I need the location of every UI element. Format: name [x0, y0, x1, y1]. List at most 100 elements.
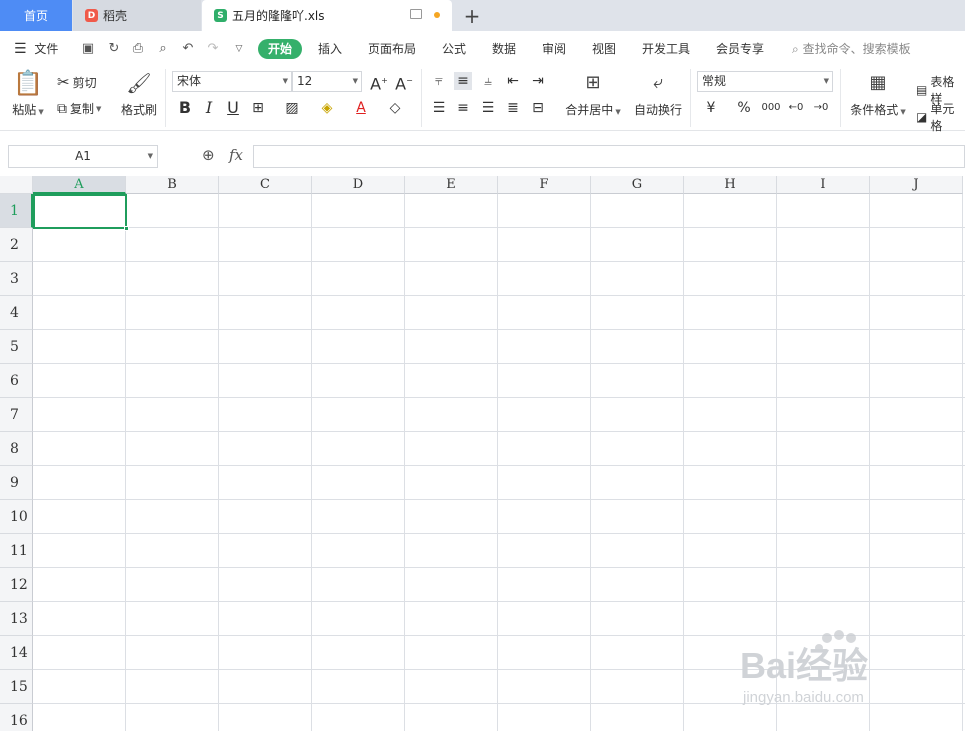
column-header-b[interactable]: B [126, 176, 219, 194]
zoom-icon[interactable]: ⊕ [202, 146, 215, 164]
align-left-icon[interactable]: ☰ [430, 99, 448, 117]
row-header-9[interactable]: 9 [0, 466, 33, 500]
row-header-15[interactable]: 15 [0, 670, 33, 704]
currency-icon[interactable]: ¥ [702, 99, 720, 117]
row-header-1[interactable]: 1 [0, 194, 33, 228]
row-header-6[interactable]: 6 [0, 364, 33, 398]
tab-formulas[interactable]: 公式 [442, 39, 466, 59]
command-search[interactable]: ⌕ 查找命令、搜索模板 [792, 39, 911, 59]
borders-icon[interactable]: ⊞ [249, 99, 267, 117]
paste-label: 粘贴 [12, 103, 37, 117]
eraser-icon[interactable]: ◇ [386, 99, 404, 117]
decrease-font-icon[interactable]: A− [395, 72, 413, 93]
row-header-10[interactable]: 10 [0, 500, 33, 534]
column-header-a[interactable]: A [33, 176, 126, 194]
wrap-text-icon: ⤶ [652, 72, 664, 93]
column-header-h[interactable]: H [684, 176, 777, 194]
save-icon[interactable]: ▣ [80, 41, 96, 57]
align-bottom-icon[interactable]: ⫨ [479, 72, 497, 90]
share-icon[interactable]: ↻ [106, 41, 122, 57]
decrease-decimal-icon[interactable]: →0 [811, 99, 831, 117]
row-header-13[interactable]: 13 [0, 602, 33, 636]
tab-home-label: 首页 [23, 9, 48, 23]
font-size-select[interactable]: 12 ▼ [292, 71, 362, 92]
active-cell[interactable] [33, 194, 129, 231]
column-header-i[interactable]: I [777, 176, 870, 194]
paste-button[interactable]: 📋 粘贴 ▼ [10, 69, 46, 118]
name-box[interactable]: A1 ▼ [8, 145, 158, 168]
customize-dropdown-icon[interactable]: ▽ [231, 41, 247, 57]
tab-page-layout[interactable]: 页面布局 [368, 39, 416, 59]
underline-button[interactable]: U [224, 99, 242, 117]
fill-color-icon[interactable]: ◈ [318, 99, 336, 117]
tab-member[interactable]: 会员专享 [716, 39, 764, 59]
column-header-c[interactable]: C [219, 176, 312, 194]
row-header-3[interactable]: 3 [0, 262, 33, 296]
row-header-4[interactable]: 4 [0, 296, 33, 330]
align-right-icon[interactable]: ☰ [479, 99, 497, 117]
align-top-icon[interactable]: ⫧ [430, 72, 448, 90]
percent-icon[interactable]: % [735, 99, 753, 117]
copy-button[interactable]: ⧉ 复制 ▼ [57, 100, 101, 117]
wrap-text-button[interactable]: ⤶ 自动换行 [632, 69, 684, 118]
decrease-indent-icon[interactable]: ⇤ [504, 72, 522, 90]
row-header-14[interactable]: 14 [0, 636, 33, 670]
row-header-7[interactable]: 7 [0, 398, 33, 432]
font-size-value: 12 [297, 74, 313, 88]
print-preview-icon[interactable]: ⌕ [155, 41, 171, 57]
column-header-j[interactable]: J [870, 176, 963, 194]
formula-input[interactable] [253, 145, 965, 168]
new-tab-button[interactable]: + [462, 0, 482, 31]
number-format-select[interactable]: 常规 ▼ [697, 71, 833, 92]
font-color-icon[interactable]: A [352, 99, 370, 117]
table-style-icon: ▤ [916, 83, 928, 97]
row-header-16[interactable]: 16 [0, 704, 33, 731]
column-header-f[interactable]: F [498, 176, 591, 194]
font-name-select[interactable]: 宋体 ▼ [172, 71, 292, 92]
row-header-11[interactable]: 11 [0, 534, 33, 568]
function-icon[interactable]: fx [229, 146, 243, 164]
conditional-format-button[interactable]: ▦ 条件格式 ▼ [848, 69, 908, 118]
column-header-e[interactable]: E [405, 176, 498, 194]
fill-pattern-icon[interactable]: ▨ [283, 99, 301, 117]
redo-icon[interactable]: ↷ [205, 41, 221, 57]
print-icon[interactable]: ⎙ [130, 41, 146, 57]
increase-indent-icon[interactable]: ⇥ [529, 72, 547, 90]
tab-developer[interactable]: 开发工具 [642, 39, 690, 59]
format-painter-button[interactable]: 🖌 格式刷 [120, 69, 158, 118]
wrap-text-label: 自动换行 [633, 103, 682, 117]
column-header-g[interactable]: G [591, 176, 684, 194]
file-menu[interactable]: ☰ 文件 [14, 39, 58, 59]
row-header-5[interactable]: 5 [0, 330, 33, 364]
align-center-icon[interactable]: ≡ [454, 99, 472, 117]
thousands-separator-icon[interactable]: 000 [760, 99, 782, 117]
row-header-2[interactable]: 2 [0, 228, 33, 262]
undo-icon[interactable]: ↶ [180, 41, 196, 57]
tab-insert[interactable]: 插入 [318, 39, 342, 59]
select-all-corner[interactable] [0, 176, 33, 194]
cells-area[interactable] [33, 194, 965, 731]
justify-icon[interactable]: ≣ [504, 99, 522, 117]
monitor-icon[interactable] [410, 9, 422, 19]
fill-handle[interactable] [124, 226, 129, 231]
increase-font-icon[interactable]: A+ [370, 72, 388, 93]
tab-start[interactable]: 开始 [258, 39, 303, 59]
increase-decimal-icon[interactable]: ←0 [786, 99, 806, 117]
tab-docer[interactable]: D 稻壳 [73, 0, 201, 31]
distributed-align-icon[interactable]: ⊟ [529, 99, 547, 117]
italic-button[interactable]: I [200, 99, 218, 117]
tab-file[interactable]: S 五月的隆隆吖.xls [202, 0, 452, 31]
tab-file-label: 五月的隆隆吖.xls [232, 9, 325, 23]
tab-review[interactable]: 审阅 [542, 39, 566, 59]
align-middle-icon[interactable]: ≡ [454, 72, 472, 90]
bold-button[interactable]: B [176, 99, 194, 117]
tab-home[interactable]: 首页 [0, 0, 72, 31]
cell-style-button[interactable]: ◪ 单元格 [916, 100, 965, 134]
tab-data[interactable]: 数据 [492, 39, 516, 59]
row-header-12[interactable]: 12 [0, 568, 33, 602]
cut-button[interactable]: ✂ 剪切 [57, 73, 97, 91]
tab-view[interactable]: 视图 [592, 39, 616, 59]
column-header-d[interactable]: D [312, 176, 405, 194]
row-header-8[interactable]: 8 [0, 432, 33, 466]
merge-center-button[interactable]: ⊞ 合并居中 ▼ [563, 69, 623, 118]
